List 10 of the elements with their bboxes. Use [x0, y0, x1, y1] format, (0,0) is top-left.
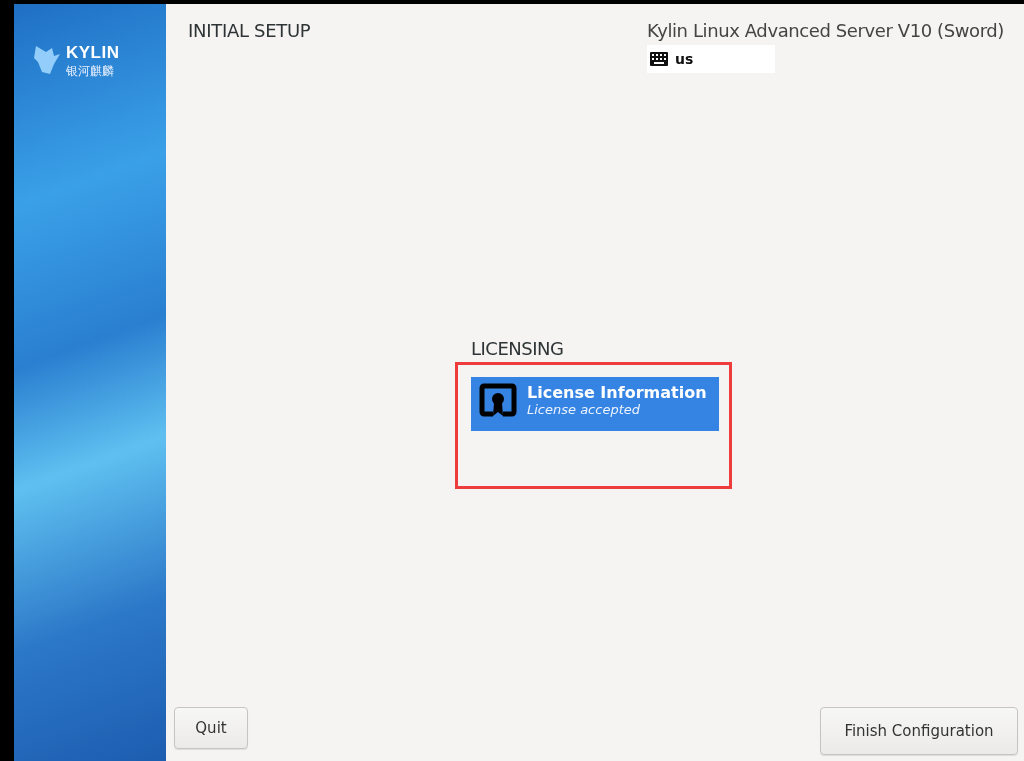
finish-button[interactable]: Finish Configuration: [820, 707, 1018, 755]
logo-text: KYLIN: [66, 43, 120, 63]
section-title: LICENSING: [471, 338, 565, 359]
keyboard-icon: [649, 51, 670, 67]
license-spoke[interactable]: License Information License accepted: [471, 377, 719, 431]
product-name: Kylin Linux Advanced Server V10 (Sword): [647, 20, 1004, 41]
keyboard-layout-indicator[interactable]: us: [647, 45, 776, 73]
setup-title: INITIAL SETUP: [188, 20, 311, 43]
quit-button[interactable]: Quit: [174, 707, 248, 749]
logo-subtext: 银河麒麟: [66, 65, 115, 77]
